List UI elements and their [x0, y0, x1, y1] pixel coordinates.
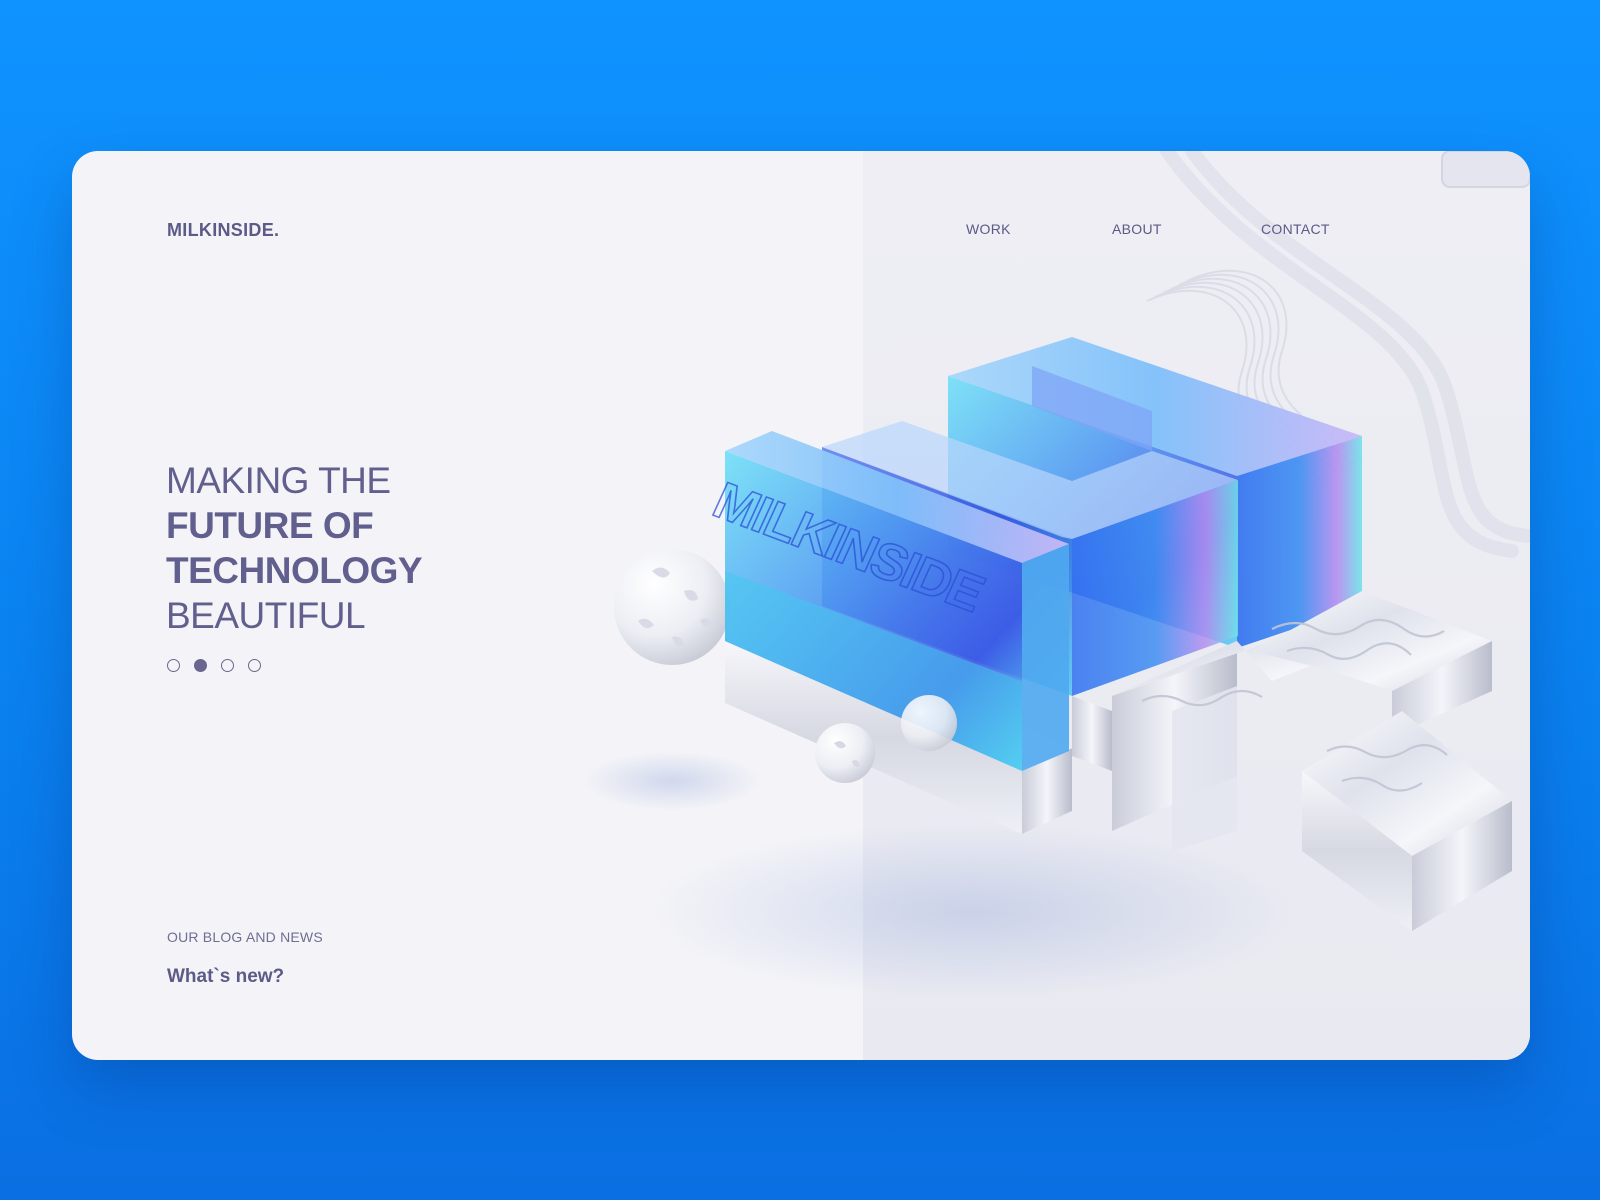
whats-new-link[interactable]: What`s new?	[167, 966, 284, 988]
slider-dot-3[interactable]	[221, 659, 234, 672]
slider-pagination	[167, 659, 261, 672]
nav-about[interactable]: ABOUT	[1112, 221, 1162, 237]
slider-dot-2[interactable]	[194, 659, 207, 672]
blog-section-label: OUR BLOG AND NEWS	[167, 929, 323, 945]
main-nav: WORK ABOUT CONTACT	[72, 221, 1530, 241]
slider-dot-4[interactable]	[248, 659, 261, 672]
headline-line-2: FUTURE OF	[166, 505, 374, 546]
landing-card: MILKINSIDE MILKINSIDE. WORK ABOUT CONTAC…	[72, 151, 1530, 1060]
slider-dot-1[interactable]	[167, 659, 180, 672]
headline-line-1: MAKING THE	[166, 460, 391, 501]
nav-contact[interactable]: CONTACT	[1261, 221, 1330, 237]
hero-headline: MAKING THE FUTURE OF TECHNOLOGY BEAUTIFU…	[166, 458, 423, 638]
headline-line-3: TECHNOLOGY	[166, 550, 423, 591]
hero-visual-panel	[863, 151, 1530, 1060]
headline-line-4: BEAUTIFUL	[166, 595, 366, 636]
nav-work[interactable]: WORK	[966, 221, 1011, 237]
